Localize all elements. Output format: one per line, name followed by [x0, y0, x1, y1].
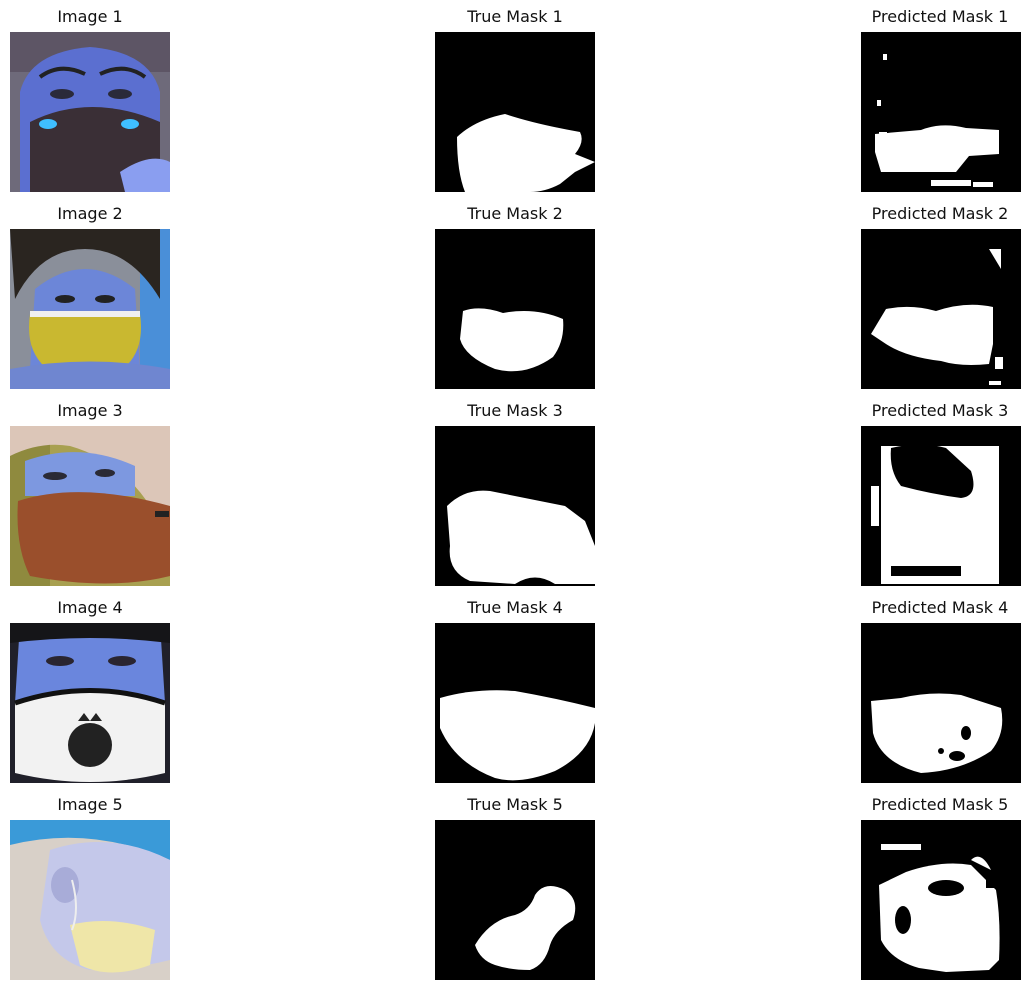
predicted-mask-2 — [861, 229, 1021, 389]
true-mask-4 — [435, 623, 595, 783]
true-mask-5-title: True Mask 5 — [467, 795, 563, 814]
image-3-title: Image 3 — [57, 401, 123, 420]
predicted-mask-3-title: Predicted Mask 3 — [871, 401, 1009, 420]
input-image-5 — [10, 820, 170, 980]
true-mask-3-title: True Mask 3 — [467, 401, 563, 420]
predicted-mask-1 — [861, 32, 1021, 192]
image-4-title: Image 4 — [57, 598, 123, 617]
input-image-2 — [10, 229, 170, 389]
predicted-mask-5-title: Predicted Mask 5 — [871, 795, 1009, 814]
image-2-title: Image 2 — [57, 204, 123, 223]
predicted-mask-3 — [861, 426, 1021, 586]
input-image-1 — [10, 32, 170, 192]
image-5-title: Image 5 — [57, 795, 123, 814]
true-mask-5 — [435, 820, 595, 980]
image-1-title: Image 1 — [57, 7, 123, 26]
input-image-3 — [10, 426, 170, 586]
predicted-mask-4 — [861, 623, 1021, 783]
true-mask-2-title: True Mask 2 — [467, 204, 563, 223]
true-mask-1 — [435, 32, 595, 192]
predicted-mask-2-title: Predicted Mask 2 — [871, 204, 1009, 223]
true-mask-4-title: True Mask 4 — [467, 598, 563, 617]
true-mask-2 — [435, 229, 595, 389]
predicted-mask-4-title: Predicted Mask 4 — [871, 598, 1009, 617]
true-mask-3 — [435, 426, 595, 586]
input-image-4 — [10, 623, 170, 783]
predicted-mask-1-title: Predicted Mask 1 — [871, 7, 1009, 26]
true-mask-1-title: True Mask 1 — [467, 7, 563, 26]
predicted-mask-5 — [861, 820, 1021, 980]
